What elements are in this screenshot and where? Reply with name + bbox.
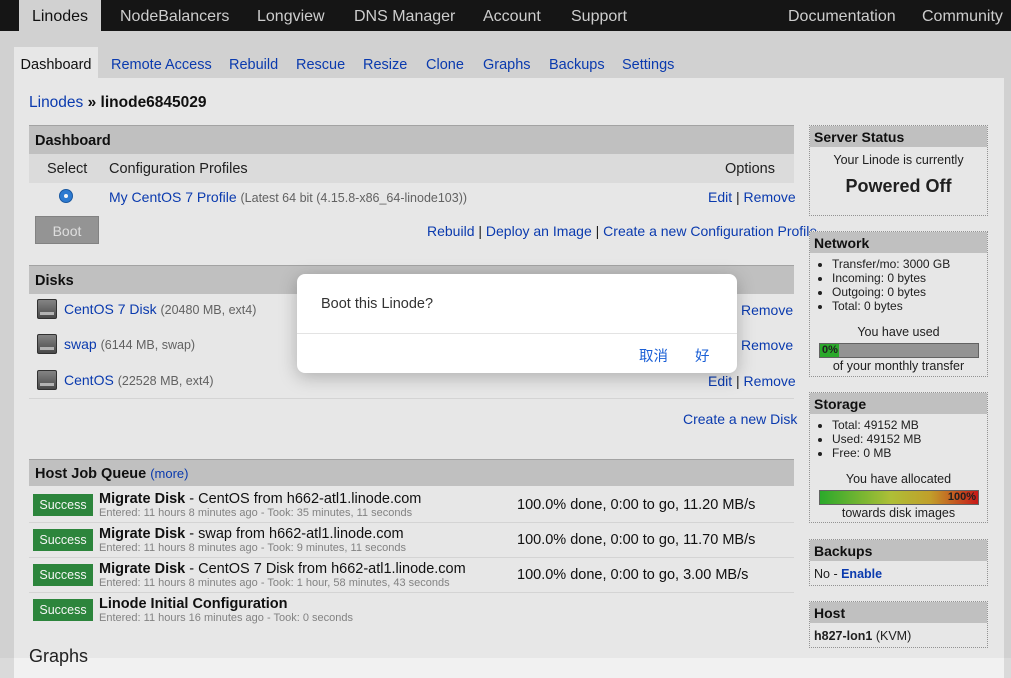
dialog-message: Boot this Linode? bbox=[321, 296, 434, 312]
cancel-button[interactable]: 取消 bbox=[639, 345, 668, 366]
dialog-divider bbox=[297, 333, 737, 334]
confirm-dialog: Boot this Linode? 取消 好 bbox=[297, 274, 737, 373]
ok-button[interactable]: 好 bbox=[695, 345, 710, 366]
